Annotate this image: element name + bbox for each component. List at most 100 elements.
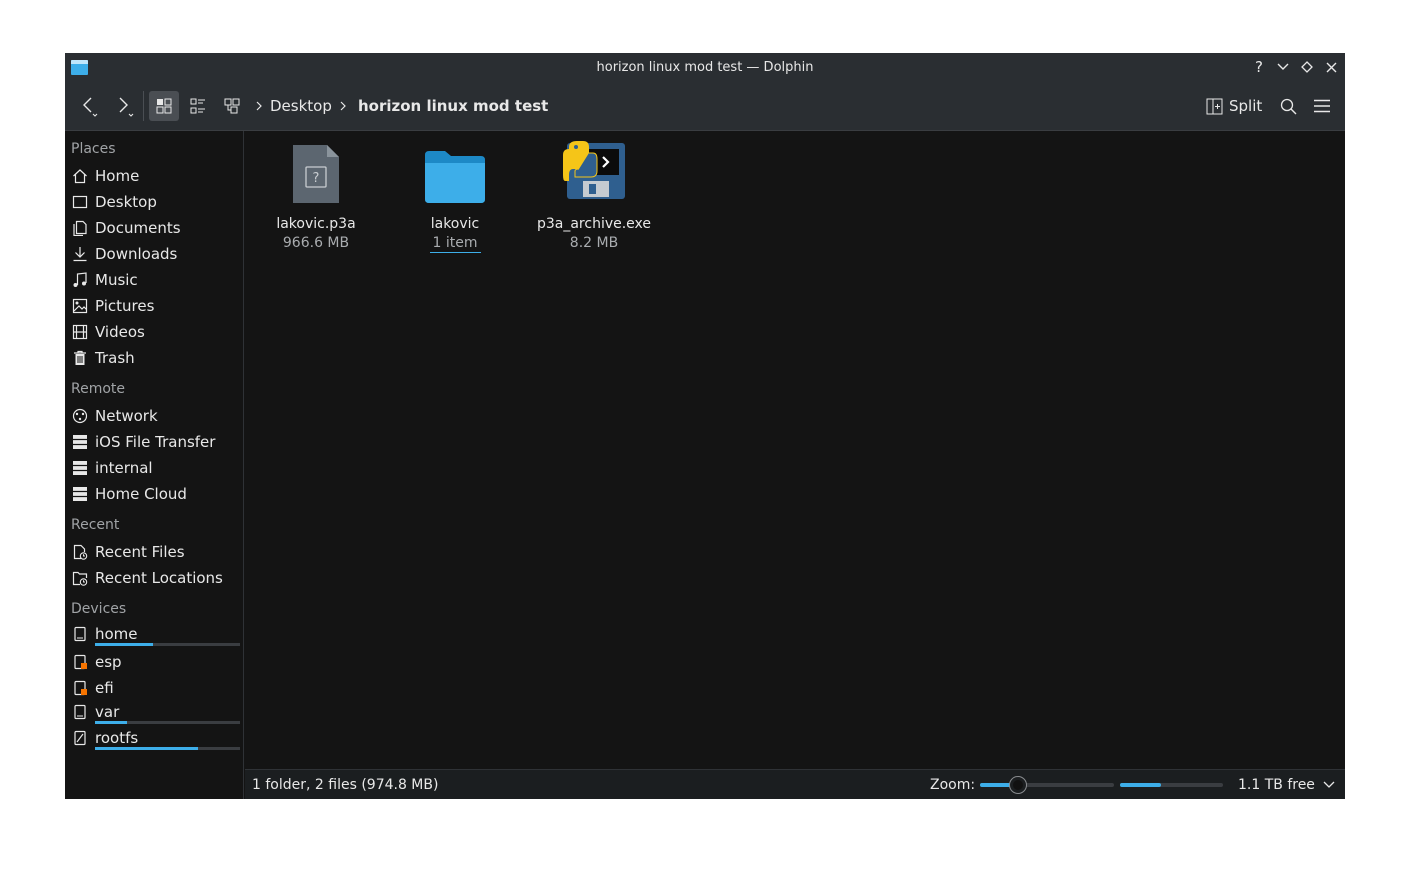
- devices-heading: Devices: [71, 601, 127, 617]
- hamburger-menu-icon: [1314, 99, 1330, 113]
- free-space-label[interactable]: 1.1 TB free: [1238, 770, 1315, 799]
- sidebar-item-trash[interactable]: Trash: [71, 346, 241, 370]
- split-button-label: Split: [1229, 97, 1263, 115]
- folder-summary: 1 folder, 2 files (974.8 MB): [252, 777, 439, 793]
- search-button[interactable]: [1273, 91, 1303, 121]
- sidebar-item-internal[interactable]: internal: [71, 456, 241, 480]
- trash-icon: [71, 349, 89, 367]
- file-name: lakovic.p3a: [276, 216, 356, 232]
- music-icon: [71, 271, 89, 289]
- device-var-usage-bar: [95, 721, 240, 724]
- network-icon: [71, 407, 89, 425]
- zoom-slider-handle[interactable]: [1008, 776, 1027, 794]
- file-view[interactable]: ? lakovic.p3a 966.6 MB lakovic 1 item p3…: [245, 131, 1345, 769]
- file-item-lakovic-folder[interactable]: lakovic 1 item: [395, 141, 515, 253]
- pictures-icon: [71, 297, 89, 315]
- split-view-icon: [1206, 98, 1223, 114]
- toolbar-separator: [143, 91, 144, 121]
- sidebar-item-documents[interactable]: Documents: [71, 216, 241, 240]
- sidebar-item-downloads[interactable]: Downloads: [71, 242, 241, 266]
- places-panel: Places Home Desktop Documents Downloads …: [65, 131, 244, 799]
- sidebar-item-videos[interactable]: Videos: [71, 320, 241, 344]
- sidebar-item-desktop[interactable]: Desktop: [71, 190, 241, 214]
- svg-text:?: ?: [313, 171, 320, 186]
- recent-heading: Recent: [71, 517, 120, 533]
- split-button[interactable]: Split: [1202, 91, 1268, 121]
- drive-icon: [71, 703, 89, 721]
- file-item-p3a-archive-exe[interactable]: p3a_archive.exe 8.2 MB: [534, 141, 654, 251]
- drive-readonly-icon: [71, 729, 89, 747]
- device-var-usage-fill: [95, 721, 127, 724]
- compact-view-icon: [190, 98, 205, 114]
- drive-locked-icon: [71, 679, 89, 697]
- file-item-lakovic-p3a[interactable]: ? lakovic.p3a 966.6 MB: [256, 141, 376, 251]
- places-heading: Places: [71, 141, 116, 157]
- folder-name: lakovic: [430, 216, 480, 232]
- search-icon: [1280, 98, 1296, 114]
- remote-folder-icon: [71, 459, 89, 477]
- breadcrumb-chevron-icon: [340, 101, 346, 111]
- drive-icon: [71, 625, 89, 643]
- maximize-icon: [1301, 61, 1313, 73]
- device-rootfs-usage-fill: [95, 747, 198, 750]
- hamburger-menu-button[interactable]: [1307, 91, 1337, 121]
- recent-locations-icon: [71, 569, 89, 587]
- minimize-icon: [1277, 63, 1289, 70]
- sidebar-item-recent-locations[interactable]: Recent Locations: [71, 566, 241, 590]
- close-button[interactable]: [1321, 57, 1341, 77]
- sidebar-item-home[interactable]: Home: [71, 164, 241, 188]
- chevron-down-icon[interactable]: [1323, 780, 1335, 790]
- folder-icon: [425, 151, 485, 203]
- sidebar-item-network[interactable]: Network: [71, 404, 241, 428]
- python-executable-icon: [563, 141, 625, 199]
- back-button[interactable]: [74, 91, 104, 121]
- main-toolbar: Desktop horizon linux mod test Split: [65, 82, 1345, 131]
- device-rootfs-usage-bar: [95, 747, 240, 750]
- title-bar[interactable]: horizon linux mod test — Dolphin ?: [65, 53, 1345, 82]
- home-icon: [71, 167, 89, 185]
- details-view-button[interactable]: [217, 91, 247, 121]
- remote-heading: Remote: [71, 381, 126, 397]
- window-title: horizon linux mod test — Dolphin: [596, 60, 814, 75]
- help-button[interactable]: ?: [1249, 57, 1269, 77]
- sidebar-item-device-esp[interactable]: esp: [71, 650, 241, 674]
- documents-icon: [71, 219, 89, 237]
- close-icon: [1326, 62, 1336, 72]
- file-name: p3a_archive.exe: [536, 216, 652, 232]
- desktop-icon: [71, 193, 89, 211]
- free-space-fill: [1120, 783, 1162, 787]
- sidebar-item-device-efi[interactable]: efi: [71, 676, 241, 700]
- breadcrumb-current-folder[interactable]: horizon linux mod test: [358, 82, 548, 131]
- icons-view-button[interactable]: [149, 91, 179, 121]
- status-bar: 1 folder, 2 files (974.8 MB) Zoom: 1.1 T…: [245, 769, 1345, 799]
- videos-icon: [71, 323, 89, 341]
- minimize-button[interactable]: [1273, 57, 1293, 77]
- drive-locked-icon: [71, 653, 89, 671]
- help-icon: ?: [1255, 58, 1263, 76]
- remote-folder-icon: [71, 433, 89, 451]
- device-home-usage-bar: [95, 643, 240, 646]
- compact-view-button[interactable]: [183, 91, 213, 121]
- details-view-icon: [224, 98, 240, 114]
- sidebar-item-recent-files[interactable]: Recent Files: [71, 540, 241, 564]
- recent-files-icon: [71, 543, 89, 561]
- dolphin-window: horizon linux mod test — Dolphin ? Deskt…: [65, 53, 1345, 799]
- zoom-label: Zoom:: [930, 777, 976, 793]
- forward-button[interactable]: [108, 91, 138, 121]
- sidebar-item-pictures[interactable]: Pictures: [71, 294, 241, 318]
- sidebar-item-music[interactable]: Music: [71, 268, 241, 292]
- icons-view-icon: [156, 98, 172, 114]
- sidebar-item-home-cloud[interactable]: Home Cloud: [71, 482, 241, 506]
- file-size: 966.6 MB: [282, 235, 350, 251]
- maximize-button[interactable]: [1297, 57, 1317, 77]
- sidebar-item-ios-file-transfer[interactable]: iOS File Transfer: [71, 430, 241, 454]
- forward-arrow-icon: [119, 97, 134, 117]
- back-arrow-icon: [83, 97, 98, 117]
- file-size: 8.2 MB: [569, 235, 619, 251]
- remote-folder-icon: [71, 485, 89, 503]
- downloads-icon: [71, 245, 89, 263]
- breadcrumb-chevron-icon: [256, 101, 262, 111]
- folder-item-count: 1 item: [429, 235, 481, 253]
- unknown-file-icon: ?: [293, 145, 339, 203]
- breadcrumb-desktop[interactable]: Desktop: [270, 82, 332, 131]
